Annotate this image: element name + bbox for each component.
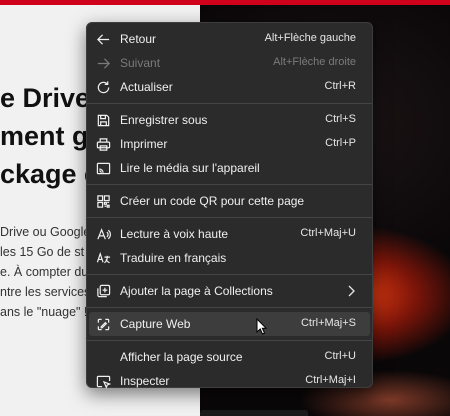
menu-item-forward[interactable]: Suivant Alt+Flèche droite bbox=[89, 51, 370, 75]
menu-item-label: Lire le média sur l'appareil bbox=[120, 161, 260, 175]
menu-item-refresh[interactable]: Actualiser Ctrl+R bbox=[89, 75, 370, 99]
chevron-right-icon bbox=[344, 283, 358, 299]
mouse-cursor-icon bbox=[256, 318, 268, 335]
menu-item-label: Créer un code QR pour cette page bbox=[120, 194, 305, 208]
menu-separator bbox=[87, 103, 372, 104]
read-aloud-icon bbox=[95, 226, 111, 242]
menu-item-label: Lecture à voix haute bbox=[120, 227, 229, 241]
menu-item-add-to-collections[interactable]: Ajouter la page à Collections bbox=[89, 279, 370, 303]
menu-item-cast-media[interactable]: Lire le média sur l'appareil bbox=[89, 156, 370, 180]
save-icon bbox=[95, 112, 111, 128]
refresh-icon bbox=[95, 79, 111, 95]
cast-icon bbox=[95, 160, 111, 176]
menu-item-view-source[interactable]: Afficher la page source Ctrl+U bbox=[89, 345, 370, 369]
collections-icon bbox=[95, 283, 111, 299]
menu-item-label: Imprimer bbox=[120, 137, 168, 151]
menu-item-label: Suivant bbox=[120, 56, 161, 70]
context-menu: Retour Alt+Flèche gauche Suivant Alt+Flè… bbox=[86, 22, 373, 389]
menu-separator bbox=[87, 340, 372, 341]
menu-item-shortcut: Ctrl+S bbox=[325, 113, 356, 125]
menu-item-shortcut: Ctrl+Maj+I bbox=[305, 374, 356, 386]
menu-item-label: Actualiser bbox=[120, 80, 173, 94]
menu-separator bbox=[87, 217, 372, 218]
menu-item-inspect[interactable]: Inspecter Ctrl+Maj+I bbox=[89, 369, 370, 393]
menu-item-label: Ajouter la page à Collections bbox=[120, 284, 273, 298]
menu-separator bbox=[87, 307, 372, 308]
inspect-icon bbox=[95, 373, 111, 389]
menu-item-read-aloud[interactable]: Lecture à voix haute Ctrl+Maj+U bbox=[89, 222, 370, 246]
translate-icon bbox=[95, 250, 111, 266]
menu-separator bbox=[87, 184, 372, 185]
web-capture-icon bbox=[95, 316, 111, 332]
menu-item-shortcut: Alt+Flèche gauche bbox=[264, 32, 356, 44]
menu-item-label: Enregistrer sous bbox=[120, 113, 208, 127]
menu-item-shortcut: Ctrl+Maj+U bbox=[300, 227, 356, 239]
menu-item-shortcut: Ctrl+R bbox=[324, 80, 356, 92]
menu-item-shortcut: Ctrl+U bbox=[324, 350, 356, 362]
menu-item-label: Capture Web bbox=[120, 317, 191, 331]
menu-item-shortcut: Alt+Flèche droite bbox=[273, 56, 356, 68]
menu-item-label: Inspecter bbox=[120, 374, 170, 388]
menu-item-qr-code[interactable]: Créer un code QR pour cette page bbox=[89, 189, 370, 213]
arrow-left-icon bbox=[95, 31, 111, 47]
printer-icon bbox=[95, 136, 111, 152]
menu-item-save-as[interactable]: Enregistrer sous Ctrl+S bbox=[89, 108, 370, 132]
menu-item-label: Retour bbox=[120, 32, 157, 46]
menu-item-shortcut: Ctrl+Maj+S bbox=[300, 317, 356, 329]
menu-item-shortcut: Ctrl+P bbox=[325, 137, 356, 149]
qr-code-icon bbox=[95, 193, 111, 209]
arrow-right-icon bbox=[95, 55, 111, 71]
menu-item-back[interactable]: Retour Alt+Flèche gauche bbox=[89, 27, 370, 51]
menu-separator bbox=[87, 274, 372, 275]
menu-item-label: Traduire en français bbox=[120, 251, 227, 265]
menu-item-translate[interactable]: Traduire en français bbox=[89, 246, 370, 270]
menu-item-web-capture[interactable]: Capture Web Ctrl+Maj+S bbox=[89, 312, 370, 336]
menu-item-label: Afficher la page source bbox=[120, 350, 243, 364]
menu-item-print[interactable]: Imprimer Ctrl+P bbox=[89, 132, 370, 156]
device-image-edge bbox=[200, 410, 308, 416]
